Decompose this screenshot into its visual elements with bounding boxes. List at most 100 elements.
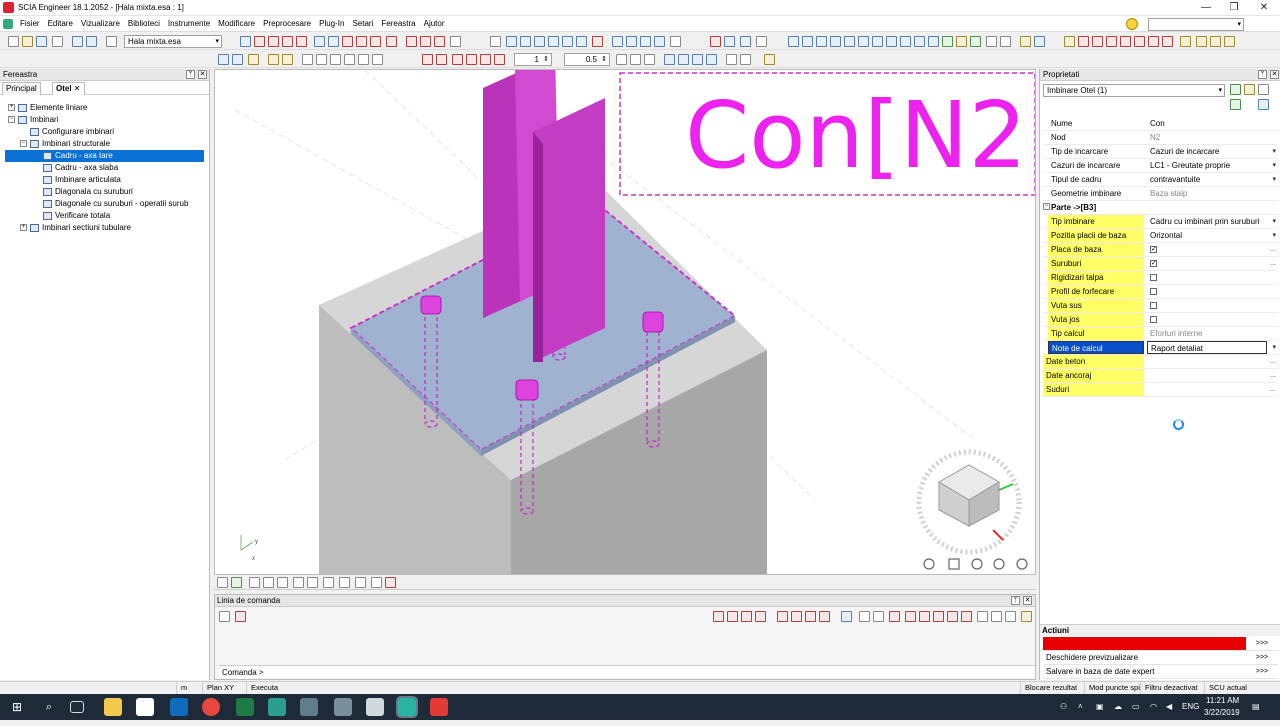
command-input[interactable]: Comanda > [219, 665, 1035, 678]
layout-tool-4-icon[interactable] [1106, 36, 1117, 47]
filter-icon[interactable] [1230, 84, 1241, 95]
orbit-icon[interactable] [971, 558, 983, 570]
cube-view-icon[interactable] [948, 558, 960, 570]
snap-20-icon[interactable] [1005, 611, 1016, 622]
tray-expand-icon[interactable]: ˄ [1078, 694, 1083, 720]
tree-item-elemente-liniare[interactable]: + Elemente liniare [8, 102, 87, 114]
menu-modificare[interactable]: Modificare [214, 16, 259, 32]
structure-tool-8-icon[interactable] [342, 36, 353, 47]
language-indicator[interactable]: ENG [1182, 694, 1199, 720]
tree-item-imbinari-sectiuni-tubulare[interactable]: + Imbinari sectiuni tubulare [20, 222, 131, 234]
snap-5-icon[interactable] [777, 611, 788, 622]
prop-row-suduri[interactable]: Suduri... [1043, 383, 1278, 397]
layout-tool-6-icon[interactable] [1134, 36, 1145, 47]
vp-tool-6-icon[interactable] [293, 577, 304, 588]
app-menu-icon[interactable] [3, 19, 13, 29]
app-2-icon[interactable] [300, 698, 318, 716]
prop-row-tipul-cadru[interactable]: Tipul de cadru contravantuite ▾ [1043, 173, 1278, 187]
vp-tool-5-icon[interactable] [277, 577, 288, 588]
edit-tool-2-icon[interactable] [232, 54, 243, 65]
nav-tool-5-icon[interactable] [844, 36, 855, 47]
pattern-3-icon[interactable] [644, 54, 655, 65]
status-mod-puncte[interactable]: Mod puncte spi [1084, 682, 1144, 694]
structure-tool-10-icon[interactable] [370, 36, 381, 47]
zoom-tool-3-icon[interactable] [740, 36, 751, 47]
calculator-icon[interactable] [366, 698, 384, 716]
command-close-icon[interactable]: ✕ [1023, 596, 1032, 605]
snap-17-icon[interactable] [961, 611, 972, 622]
snap-14-icon[interactable] [919, 611, 930, 622]
action-previzualizare-button[interactable]: >>> [1246, 651, 1278, 664]
status-blocare-rezultat[interactable]: Blocare rezultat [1020, 682, 1081, 694]
action-actualizare[interactable]: Actualizare >>> [1043, 637, 1278, 651]
outlook-icon[interactable] [170, 698, 188, 716]
load-tool-4-icon[interactable] [450, 36, 461, 47]
suruburi-checkbox[interactable]: ✓ [1150, 260, 1157, 268]
funnel-icon[interactable] [1244, 84, 1255, 95]
structure-tool-5-icon[interactable] [296, 36, 307, 47]
vp-tool-12-icon[interactable] [385, 577, 396, 588]
menu-plug-in[interactable]: Plug-In [315, 16, 348, 32]
structure-tool-9-icon[interactable] [356, 36, 367, 47]
scia-app-icon[interactable] [430, 698, 448, 716]
zoom-tool-1-icon[interactable] [710, 36, 721, 47]
light-icon[interactable] [956, 36, 967, 47]
view-tool-10-icon[interactable] [626, 36, 637, 47]
scia-engineer-icon[interactable] [396, 696, 418, 718]
view-tool-12-icon[interactable] [654, 36, 665, 47]
edit-tool-11-icon[interactable] [372, 54, 383, 65]
draw-rect-icon[interactable] [452, 54, 463, 65]
zoom-tool-2-icon[interactable] [724, 36, 735, 47]
edit-tool-4-icon[interactable] [268, 54, 279, 65]
model-drawing[interactable]: Con[N2 y x [215, 70, 1036, 575]
snap-15-icon[interactable] [933, 611, 944, 622]
view-tool-11-icon[interactable] [640, 36, 651, 47]
vp-tool-7-icon[interactable] [307, 577, 318, 588]
snap-13-icon[interactable] [905, 611, 916, 622]
prop-row-tip-calcul[interactable]: Tip calcul Eforturi interne [1043, 327, 1278, 341]
edit-tool-10-icon[interactable] [358, 54, 369, 65]
tree-item-verificare-totala[interactable]: Verificare totala [43, 210, 110, 222]
window-icon[interactable] [106, 36, 117, 47]
tree-item-cadru-axa-tare[interactable]: Cadru - axa tare [5, 150, 204, 162]
layout-tool-3-icon[interactable] [1092, 36, 1103, 47]
close-button[interactable]: ✕ [1250, 0, 1278, 16]
wifi-icon[interactable]: ◠ [1150, 694, 1157, 720]
prop-row-vuta-sus[interactable]: Vuta sus [1043, 299, 1278, 313]
task-view-icon[interactable] [70, 701, 84, 713]
smiley-icon[interactable] [1126, 18, 1138, 30]
vp-tool-2-icon[interactable] [231, 577, 242, 588]
select-tool-3-icon[interactable] [692, 54, 703, 65]
search-icon[interactable]: ⌕ [40, 698, 58, 716]
prop-row-vuta-jos[interactable]: Vuta jos [1043, 313, 1278, 327]
object-selector[interactable]: Imbinare Otel (1) ▾ [1043, 84, 1225, 97]
snap-10-icon[interactable] [859, 611, 870, 622]
expand-icon[interactable]: + [8, 104, 15, 112]
status-mode[interactable]: Executa [246, 682, 282, 694]
tree-item-imbinari-structurale[interactable]: − Imbinari structurale [20, 138, 110, 150]
tree-item-imbinari[interactable]: − Imbinari [8, 114, 58, 126]
edit-tool-6-icon[interactable] [302, 54, 313, 65]
pattern-2-icon[interactable] [630, 54, 641, 65]
pattern-icon[interactable] [616, 54, 627, 65]
structure-tool-4-icon[interactable] [282, 36, 293, 47]
menu-vizualizare[interactable]: Vizualizare [77, 16, 124, 32]
collapse-icon[interactable]: − [8, 116, 15, 124]
profil-forfecare-checkbox[interactable] [1150, 288, 1157, 296]
draw-dim-icon[interactable] [436, 54, 447, 65]
prop-row-placa-baza[interactable]: Placa de baza ✓... [1043, 243, 1278, 257]
vp-tool-1-icon[interactable] [217, 577, 228, 588]
edit-tool-1-icon[interactable] [218, 54, 229, 65]
nav-tool-7-icon[interactable] [942, 36, 953, 47]
structure-tool-6-icon[interactable] [314, 36, 325, 47]
select-tool-6-icon[interactable] [740, 54, 751, 65]
zoom-in-icon[interactable] [872, 36, 883, 47]
save-icon[interactable] [36, 36, 47, 47]
prop-row-cazuri-incarcare[interactable]: Cazuri de incarcare LC1 - Greutate propri… [1043, 159, 1278, 173]
view-tool-1-icon[interactable] [490, 36, 501, 47]
layout-tool-9-icon[interactable] [1180, 36, 1191, 47]
prop-row-tip-imbinare[interactable]: Tip imbinare Cadru cu imbinari prin surub… [1043, 215, 1278, 229]
view-tool-6-icon[interactable] [562, 36, 573, 47]
select-tool-2-icon[interactable] [678, 54, 689, 65]
edit-tool-9-icon[interactable] [344, 54, 355, 65]
